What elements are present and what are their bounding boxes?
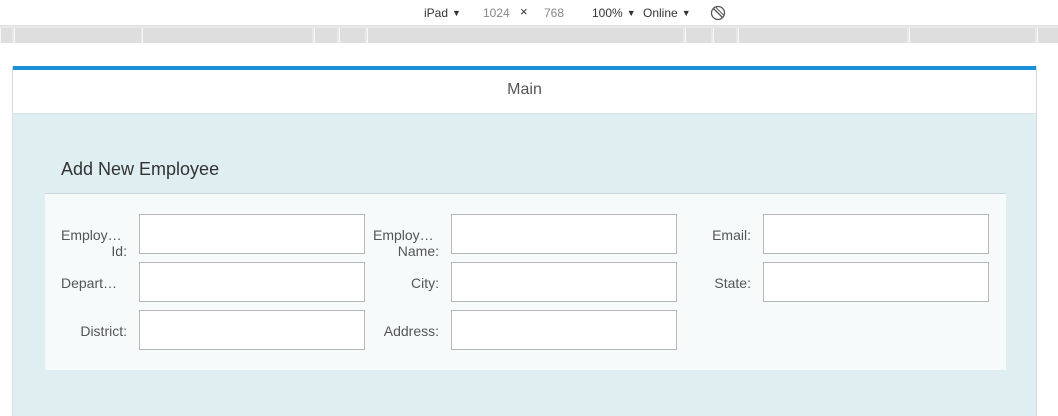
ruler-segment[interactable] (142, 28, 312, 43)
employee-name-label-line1: Employ… (373, 227, 434, 243)
city-input[interactable] (451, 262, 677, 302)
network-select-label: Online (643, 6, 678, 20)
district-input[interactable] (139, 310, 365, 350)
rotate-icon[interactable] (710, 5, 726, 21)
width-field[interactable]: 1024 (483, 6, 510, 20)
device-dropdown-icon: ▼ (452, 8, 461, 18)
employee-name-label: Employ… Name: (373, 227, 439, 259)
ruler-segment[interactable] (685, 28, 711, 43)
ruler-segment[interactable] (713, 28, 736, 43)
ruler-segment[interactable] (1037, 28, 1058, 43)
device-select-label: iPad (424, 6, 449, 20)
employee-form: Employ… Id: Employ… Name: Email: Depart…… (45, 193, 1006, 370)
address-input[interactable] (451, 310, 677, 350)
height-field[interactable]: 768 (544, 6, 564, 20)
address-label: Address: (383, 323, 439, 339)
zoom-select-label: 100% (592, 6, 623, 20)
employee-id-input[interactable] (139, 214, 365, 254)
ruler-segment[interactable] (314, 28, 337, 43)
state-input[interactable] (763, 262, 989, 302)
employee-id-label-line2: Id: (111, 243, 127, 259)
media-query-ruler (0, 26, 1058, 43)
city-label: City: (411, 275, 439, 291)
ruler-segment[interactable] (367, 28, 683, 43)
email-label: Email: (712, 227, 751, 243)
device-toolbar: iPad ▼ 1024 × 768 100% ▼ Online ▼ (0, 0, 1058, 26)
form-title: Add New Employee (61, 159, 220, 179)
ruler-segment[interactable] (14, 28, 141, 43)
state-label: State: (714, 275, 751, 291)
zoom-select[interactable]: 100% ▼ (592, 6, 636, 21)
employee-id-label-line1: Employ… (61, 227, 122, 243)
employee-id-label: Employ… Id: (61, 227, 127, 259)
ruler-segment[interactable] (339, 28, 365, 43)
page-header: Main (13, 70, 1036, 114)
device-select[interactable]: iPad ▼ (424, 6, 461, 21)
department-label: Depart… (61, 275, 118, 291)
district-label: District: (80, 323, 127, 339)
department-input[interactable] (139, 262, 365, 302)
page-title: Main (507, 81, 542, 98)
app-page: Main Add New Employee Employ… Id: Employ… (12, 66, 1037, 416)
ruler-segment[interactable] (909, 28, 1035, 43)
ruler-segment[interactable] (0, 28, 12, 43)
network-dropdown-icon: ▼ (681, 8, 691, 18)
dimension-separator: × (520, 4, 528, 19)
employee-name-input[interactable] (451, 214, 677, 254)
ruler-segment[interactable] (738, 28, 907, 43)
employee-name-label-line2: Name: (397, 243, 439, 259)
network-select[interactable]: Online ▼ (643, 6, 691, 21)
email-input[interactable] (763, 214, 989, 254)
zoom-dropdown-icon: ▼ (626, 8, 636, 18)
